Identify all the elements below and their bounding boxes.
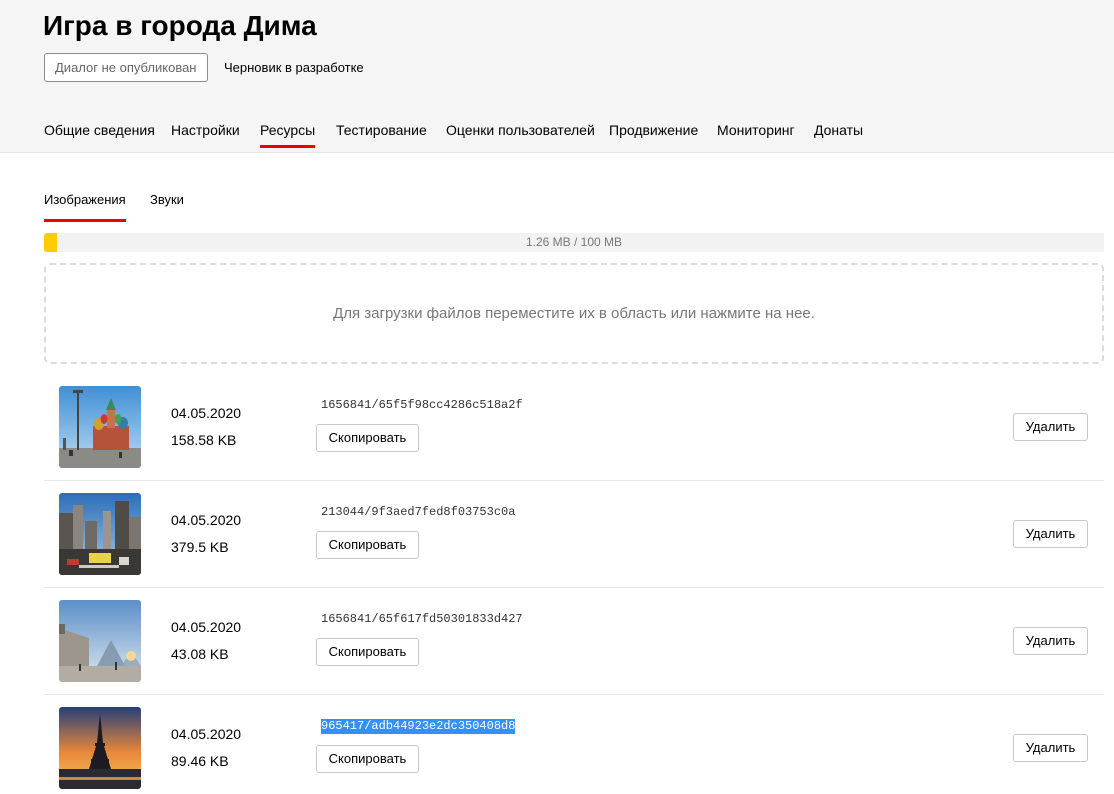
file-id[interactable]: 213044/9f3aed7fed8f03753c0a: [321, 505, 515, 520]
image-thumbnail-moscow: [59, 386, 141, 468]
delete-file-button[interactable]: Удалить: [1013, 413, 1088, 441]
file-row: 04.05.2020 89.46 KB 965417/adb44923e2dc3…: [44, 695, 1104, 794]
file-size: 158.58 KB: [171, 432, 237, 448]
page-header: Игра в города Дима Диалог не опубликован…: [0, 0, 1114, 153]
file-row: 04.05.2020 379.5 KB 213044/9f3aed7fed8f0…: [44, 481, 1104, 588]
file-row: 04.05.2020 158.58 KB 1656841/65f5f98cc42…: [44, 374, 1104, 481]
delete-file-button[interactable]: Удалить: [1013, 734, 1088, 762]
copy-id-button[interactable]: Скопировать: [316, 531, 419, 559]
file-id[interactable]: 1656841/65f617fd50301833d427: [321, 612, 523, 627]
louvre-image: [59, 600, 141, 682]
subtab-sounds[interactable]: Звуки: [150, 185, 184, 215]
city-street-image: [59, 493, 141, 575]
file-upload-date: 04.05.2020: [171, 405, 242, 421]
copy-id-button[interactable]: Скопировать: [316, 424, 419, 452]
storage-quota-bar: 1.26 MB / 100 MB: [44, 233, 1104, 252]
file-id[interactable]: 1656841/65f5f98cc4286c518a2f: [321, 398, 523, 413]
image-file-list: 04.05.2020 158.58 KB 1656841/65f5f98cc42…: [44, 374, 1104, 794]
file-size: 89.46 KB: [171, 753, 229, 769]
file-upload-date: 04.05.2020: [171, 512, 242, 528]
eiffel-tower-image: [59, 707, 141, 789]
image-thumbnail-eiffel-tower: [59, 707, 141, 789]
tab-settings[interactable]: Настройки: [171, 114, 240, 146]
delete-file-button[interactable]: Удалить: [1013, 627, 1088, 655]
delete-file-button[interactable]: Удалить: [1013, 520, 1088, 548]
file-id[interactable]: 965417/adb44923e2dc350408d8: [321, 719, 516, 734]
copy-id-button[interactable]: Скопировать: [316, 638, 419, 666]
moscow-cathedral-image: [59, 386, 141, 468]
tab-user-ratings[interactable]: Оценки пользователей: [446, 114, 595, 146]
tab-resources[interactable]: Ресурсы: [260, 114, 316, 148]
publication-status-badge: Диалог не опубликован: [44, 53, 208, 82]
storage-quota-text: 1.26 MB / 100 MB: [525, 235, 623, 249]
file-size: 379.5 KB: [171, 539, 229, 555]
draft-status-text: Черновик в разработке: [224, 60, 364, 75]
image-thumbnail-new-york: [59, 493, 141, 575]
file-row: 04.05.2020 43.08 KB 1656841/65f617fd5030…: [44, 588, 1104, 695]
image-thumbnail-louvre: [59, 600, 141, 682]
tab-general[interactable]: Общие сведения: [44, 114, 155, 146]
upload-dropzone-text: Для загрузки файлов переместите их в обл…: [333, 305, 815, 322]
tab-donations[interactable]: Донаты: [814, 114, 863, 146]
tab-monitoring[interactable]: Мониторинг: [717, 114, 795, 146]
page-title: Игра в города Дима: [43, 10, 317, 41]
upload-dropzone[interactable]: Для загрузки файлов переместите их в обл…: [44, 263, 1104, 364]
file-size: 43.08 KB: [171, 646, 229, 662]
file-upload-date: 04.05.2020: [171, 619, 242, 635]
subtab-images[interactable]: Изображения: [44, 185, 126, 222]
tab-promotion[interactable]: Продвижение: [609, 114, 698, 146]
copy-id-button[interactable]: Скопировать: [316, 745, 419, 773]
tab-testing[interactable]: Тестирование: [336, 114, 427, 146]
file-upload-date: 04.05.2020: [171, 726, 242, 742]
